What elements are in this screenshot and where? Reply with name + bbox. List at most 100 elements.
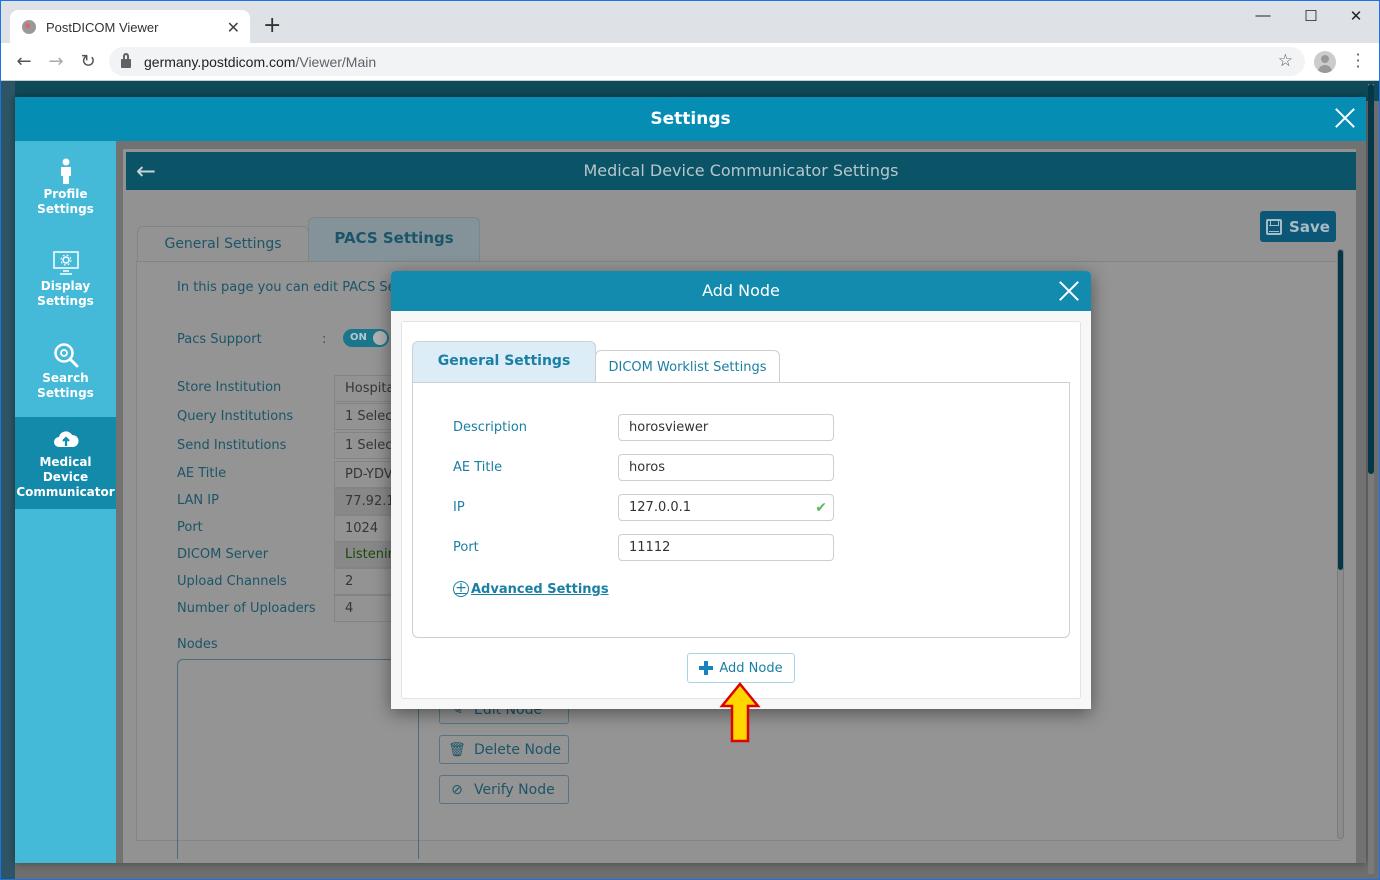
- nodes-list[interactable]: [177, 659, 419, 859]
- browser-toolbar: ← → ↻ germany.postdicom.com/Viewer/Main …: [1, 43, 1379, 81]
- settings-close-icon[interactable]: [1334, 107, 1356, 129]
- save-label: Save: [1289, 217, 1330, 236]
- dialog-close-icon[interactable]: [1058, 280, 1080, 302]
- port-input[interactable]: 11112: [618, 534, 834, 561]
- upload-channels-label: Upload Channels: [177, 574, 287, 589]
- tab-general-settings[interactable]: General Settings: [137, 226, 309, 262]
- settings-sidebar: Profile Settings Display Settings Search…: [15, 141, 116, 863]
- sidebar-label: Settings: [37, 201, 94, 216]
- new-tab-icon[interactable]: +: [263, 15, 281, 37]
- ae-title-label: AE Title: [177, 466, 227, 481]
- url-host: germany.postdicom.com: [144, 53, 296, 70]
- port-label: Port: [177, 520, 203, 535]
- page-scrollbar-thumb[interactable]: [1368, 84, 1374, 474]
- verify-node-label: Verify Node: [474, 781, 555, 798]
- pacs-support-label: Pacs Support: [177, 332, 262, 347]
- checkmark-icon: ✔: [815, 500, 827, 516]
- advanced-settings-link[interactable]: + Advanced Settings: [453, 581, 609, 597]
- dialog-tab-general-settings[interactable]: General Settings: [412, 341, 596, 383]
- ip-input[interactable]: 127.0.0.1 ✔: [618, 494, 834, 521]
- url-path: /Viewer/Main: [295, 53, 377, 70]
- sidebar-label: Medical Device: [39, 455, 92, 484]
- page-scrollbar[interactable]: [1368, 84, 1374, 874]
- content-scrollbar[interactable]: [1337, 249, 1344, 839]
- nodes-label: Nodes: [177, 637, 218, 652]
- sidebar-item-medical-device-communicator[interactable]: Medical Device Communicator: [15, 417, 116, 509]
- dialog-body: General Settings DICOM Worklist Settings…: [401, 321, 1081, 699]
- settings-title: Settings: [650, 109, 731, 129]
- plus-circle-icon: +: [453, 581, 469, 597]
- dialog-tab-dicom-worklist-settings[interactable]: DICOM Worklist Settings: [595, 350, 780, 383]
- advanced-settings-label: Advanced Settings: [471, 581, 609, 597]
- content-title: Medical Device Communicator Settings: [583, 161, 899, 180]
- check-circle-icon: ⊘: [451, 781, 463, 798]
- verify-node-button[interactable]: ⊘ Verify Node: [439, 775, 569, 804]
- favicon-icon: [22, 20, 36, 34]
- lan-ip-label: LAN IP: [177, 493, 219, 508]
- general-settings-panel: Description horosviewer AE Title horos I…: [412, 382, 1070, 638]
- sidebar-label: Profile: [43, 186, 88, 201]
- delete-node-label: Delete Node: [474, 741, 561, 758]
- browser-tab[interactable]: PostDICOM Viewer ✕: [10, 10, 250, 44]
- dialog-title: Add Node: [702, 281, 780, 300]
- sidebar-item-search-settings[interactable]: Search Settings: [15, 325, 116, 417]
- query-institutions-label: Query Institutions: [177, 409, 294, 424]
- trash-icon: 🗑: [448, 741, 466, 758]
- sidebar-label: Display: [40, 278, 91, 293]
- window-close-icon[interactable]: ✕: [1341, 7, 1371, 25]
- tab-close-icon[interactable]: ✕: [227, 18, 240, 37]
- lock-icon: [121, 53, 131, 68]
- ae-title-input[interactable]: horos: [618, 454, 834, 481]
- sidebar-item-profile-settings[interactable]: Profile Settings: [15, 141, 116, 233]
- plus-icon: [699, 661, 714, 675]
- add-node-button[interactable]: Add Node: [687, 653, 795, 683]
- sidebar-label: Communicator: [16, 485, 115, 499]
- send-institutions-label: Send Institutions: [177, 438, 287, 453]
- minimize-icon[interactable]: —: [1248, 7, 1278, 24]
- back-arrow-icon[interactable]: ←: [136, 152, 156, 190]
- forward-arrow-icon[interactable]: →: [45, 51, 67, 72]
- star-icon[interactable]: ☆: [1278, 51, 1293, 71]
- browser-window: PostDICOM Viewer ✕ + — ☐ ✕ ← → ↻ germany…: [0, 0, 1380, 880]
- ae-title-label: AE Title: [453, 460, 503, 475]
- highlight-arrow-icon: [719, 682, 761, 743]
- floppy-disk-icon: [1266, 218, 1283, 235]
- ip-value: 127.0.0.1: [629, 500, 692, 515]
- profile-icon[interactable]: [1314, 51, 1336, 73]
- number-of-uploaders-label: Number of Uploaders: [177, 601, 316, 616]
- tab-title: PostDICOM Viewer: [46, 19, 159, 35]
- sidebar-label: Settings: [37, 385, 94, 400]
- add-node-label: Add Node: [719, 660, 783, 676]
- tab-pacs-settings[interactable]: PACS Settings: [308, 217, 480, 262]
- monitor-gear-icon: [52, 250, 79, 276]
- intro-text: In this page you can edit PACS Ser: [177, 280, 401, 295]
- delete-node-button[interactable]: 🗑 Delete Node: [439, 735, 569, 764]
- tab-strip: PostDICOM Viewer ✕ + — ☐ ✕: [1, 1, 1379, 44]
- sidebar-label: Search: [42, 370, 89, 385]
- url-text: germany.postdicom.com/Viewer/Main: [144, 54, 376, 70]
- pacs-support-toggle[interactable]: ON: [343, 329, 389, 347]
- back-arrow-icon[interactable]: ←: [13, 51, 35, 72]
- content-scrollbar-thumb[interactable]: [1338, 250, 1343, 570]
- dicom-server-label: DICOM Server: [177, 547, 269, 562]
- sidebar-item-display-settings[interactable]: Display Settings: [15, 233, 116, 325]
- maximize-icon[interactable]: ☐: [1296, 7, 1326, 25]
- app-sidebar-dimmed: [1, 81, 15, 879]
- dialog-header: Add Node: [391, 271, 1091, 311]
- description-label: Description: [453, 420, 528, 435]
- menu-icon[interactable]: · · ·: [1353, 47, 1363, 75]
- content-header: ← Medical Device Communicator Settings: [126, 152, 1356, 190]
- save-button[interactable]: Save: [1260, 211, 1336, 242]
- reload-icon[interactable]: ↻: [77, 51, 99, 72]
- cloud-upload-icon: [53, 426, 79, 452]
- settings-header: Settings: [15, 97, 1366, 141]
- add-node-dialog: Add Node General Settings DICOM Worklist…: [391, 271, 1091, 709]
- sidebar-label: Settings: [37, 293, 94, 308]
- description-input[interactable]: horosviewer: [618, 414, 834, 441]
- ip-label: IP: [453, 500, 465, 515]
- person-icon: [59, 158, 73, 184]
- pacs-support-colon: :: [322, 332, 327, 347]
- address-bar[interactable]: germany.postdicom.com/Viewer/Main ☆: [109, 47, 1305, 76]
- search-gear-icon: [53, 342, 79, 368]
- store-institution-label: Store Institution: [177, 380, 282, 395]
